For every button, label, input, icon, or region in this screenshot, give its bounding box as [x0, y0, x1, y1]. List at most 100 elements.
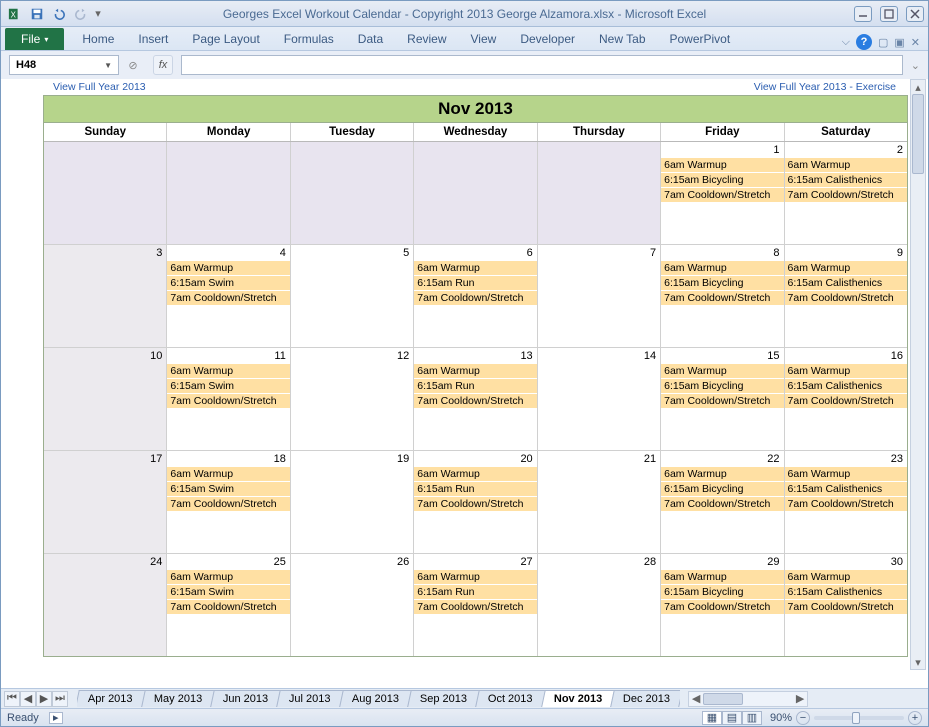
doc-close-icon[interactable]: ✕ [911, 36, 920, 49]
calendar-cell[interactable]: 66am Warmup6:15am Run7am Cooldown/Stretc… [414, 245, 537, 347]
qat-customize-icon[interactable]: ▾ [93, 4, 103, 24]
view-full-year-exercise-link[interactable]: View Full Year 2013 - Exercise [754, 81, 896, 93]
calendar-cell[interactable]: 86am Warmup6:15am Bicycling7am Cooldown/… [661, 245, 784, 347]
calendar-cell[interactable]: 96am Warmup6:15am Calisthenics7am Cooldo… [785, 245, 907, 347]
help-icon[interactable]: ? [856, 34, 872, 50]
calendar-cell[interactable]: 7 [538, 245, 661, 347]
name-box[interactable]: H48 ▼ [9, 55, 119, 75]
calendar-cell[interactable] [414, 142, 537, 244]
formula-input[interactable] [181, 55, 903, 75]
ribbon-tab-powerpivot[interactable]: PowerPivot [658, 28, 743, 50]
calendar-cell[interactable] [538, 142, 661, 244]
ribbon-tab-insert[interactable]: Insert [126, 28, 180, 50]
tab-nav-first-icon[interactable]: ⏮ [4, 691, 20, 707]
close-button[interactable] [906, 6, 924, 22]
calendar-cell[interactable]: 156am Warmup6:15am Bicycling7am Cooldown… [661, 348, 784, 450]
vertical-scrollbar[interactable]: ▴ ▾ [910, 79, 926, 670]
minimize-button[interactable] [854, 6, 872, 22]
calendar-cell[interactable]: 24 [44, 554, 167, 656]
normal-view-icon[interactable]: ▦ [702, 711, 722, 725]
ribbon-tab-formulas[interactable]: Formulas [272, 28, 346, 50]
maximize-button[interactable] [880, 6, 898, 22]
calendar-cell[interactable]: 236am Warmup6:15am Calisthenics7am Coold… [785, 451, 907, 553]
ribbon-tab-review[interactable]: Review [395, 28, 458, 50]
sheet-tab[interactable]: May 2013 [141, 690, 215, 707]
event: 6:15am Calisthenics [785, 585, 907, 600]
scroll-up-icon[interactable]: ▴ [911, 80, 925, 94]
calendar-cell[interactable]: 10 [44, 348, 167, 450]
calendar-cell[interactable]: 16am Warmup6:15am Bicycling7am Cooldown/… [661, 142, 784, 244]
sheet-tab[interactable]: Aug 2013 [339, 690, 412, 707]
ribbon-tab-view[interactable]: View [459, 28, 509, 50]
formula-expand-icon[interactable]: ⌄ [911, 59, 920, 72]
calendar-cell[interactable]: 256am Warmup6:15am Swim7am Cooldown/Stre… [167, 554, 290, 656]
undo-icon[interactable] [49, 4, 69, 24]
calendar-cell[interactable]: 186am Warmup6:15am Swim7am Cooldown/Stre… [167, 451, 290, 553]
calendar-cell[interactable]: 3 [44, 245, 167, 347]
zoom-out-icon[interactable]: − [796, 711, 810, 725]
macro-record-icon[interactable]: ▸ [49, 712, 63, 724]
sheet-tab[interactable]: Jul 2013 [276, 690, 343, 707]
event: 6am Warmup [167, 467, 289, 482]
zoom-slider-knob[interactable] [852, 712, 860, 724]
calendar-cell[interactable] [44, 142, 167, 244]
view-full-year-link[interactable]: View Full Year 2013 [53, 81, 146, 93]
calendar-cell[interactable]: 276am Warmup6:15am Run7am Cooldown/Stret… [414, 554, 537, 656]
calendar-cell[interactable]: 17 [44, 451, 167, 553]
calendar-cell[interactable]: 12 [291, 348, 414, 450]
calendar-cell[interactable] [291, 142, 414, 244]
scroll-thumb[interactable] [912, 94, 924, 174]
day-number: 27 [520, 556, 532, 568]
calendar-cell[interactable] [167, 142, 290, 244]
calendar-cell[interactable]: 19 [291, 451, 414, 553]
file-tab[interactable]: File▾ [5, 28, 64, 50]
calendar-cell[interactable]: 166am Warmup6:15am Calisthenics7am Coold… [785, 348, 907, 450]
hscroll-right-icon[interactable]: ▶ [793, 692, 807, 706]
ribbon-minimize-icon[interactable]: ⌵ [842, 36, 850, 49]
sheet-tab[interactable]: Oct 2013 [475, 690, 545, 707]
calendar-cell[interactable]: 116am Warmup6:15am Swim7am Cooldown/Stre… [167, 348, 290, 450]
ribbon-tab-home[interactable]: Home [70, 28, 126, 50]
save-icon[interactable] [27, 4, 47, 24]
day-number: 11 [274, 350, 285, 362]
horizontal-scrollbar[interactable]: ◀ ▶ [688, 691, 808, 707]
ribbon-tab-page-layout[interactable]: Page Layout [180, 28, 271, 50]
doc-maximize-icon[interactable]: ▣ [894, 36, 904, 49]
redo-icon[interactable] [71, 4, 91, 24]
calendar-cell[interactable]: 226am Warmup6:15am Bicycling7am Cooldown… [661, 451, 784, 553]
calendar-cell[interactable]: 5 [291, 245, 414, 347]
tab-nav-last-icon[interactable]: ⏭ [52, 691, 68, 707]
cancel-formula-icon[interactable]: ⊘ [123, 55, 143, 75]
page-break-view-icon[interactable]: ▥ [742, 711, 762, 725]
hscroll-left-icon[interactable]: ◀ [689, 692, 703, 706]
calendar-cell[interactable]: 206am Warmup6:15am Run7am Cooldown/Stret… [414, 451, 537, 553]
zoom-in-icon[interactable]: + [908, 711, 922, 725]
calendar-cell[interactable]: 26 [291, 554, 414, 656]
calendar-cell[interactable]: 296am Warmup6:15am Bicycling7am Cooldown… [661, 554, 784, 656]
calendar-cell[interactable]: 136am Warmup6:15am Run7am Cooldown/Stret… [414, 348, 537, 450]
fx-button[interactable]: fx [153, 55, 173, 75]
page-layout-view-icon[interactable]: ▤ [722, 711, 742, 725]
tab-nav-prev-icon[interactable]: ◀ [20, 691, 36, 707]
sheet-tab[interactable]: Jun 2013 [210, 690, 281, 707]
calendar-cell[interactable]: 46am Warmup6:15am Swim7am Cooldown/Stret… [167, 245, 290, 347]
tab-nav-next-icon[interactable]: ▶ [36, 691, 52, 707]
calendar-cell[interactable]: 21 [538, 451, 661, 553]
day-number: 13 [520, 350, 532, 362]
ribbon-tab-new-tab[interactable]: New Tab [587, 28, 657, 50]
calendar-cell[interactable]: 26am Warmup6:15am Calisthenics7am Cooldo… [785, 142, 907, 244]
scroll-down-icon[interactable]: ▾ [911, 655, 925, 669]
excel-icon[interactable]: X [5, 4, 25, 24]
doc-restore-icon[interactable]: ▢ [878, 36, 888, 49]
sheet-tab[interactable]: Nov 2013 [541, 690, 615, 707]
sheet-tab[interactable]: Dec 2013 [610, 690, 680, 707]
sheet-tab[interactable]: Apr 2013 [77, 690, 145, 707]
calendar-cell[interactable]: 14 [538, 348, 661, 450]
zoom-slider[interactable] [814, 716, 904, 720]
hscroll-thumb[interactable] [703, 693, 743, 705]
calendar-cell[interactable]: 306am Warmup6:15am Calisthenics7am Coold… [785, 554, 907, 656]
calendar-cell[interactable]: 28 [538, 554, 661, 656]
sheet-tab[interactable]: Sep 2013 [407, 690, 480, 707]
ribbon-tab-developer[interactable]: Developer [508, 28, 587, 50]
ribbon-tab-data[interactable]: Data [346, 28, 395, 50]
